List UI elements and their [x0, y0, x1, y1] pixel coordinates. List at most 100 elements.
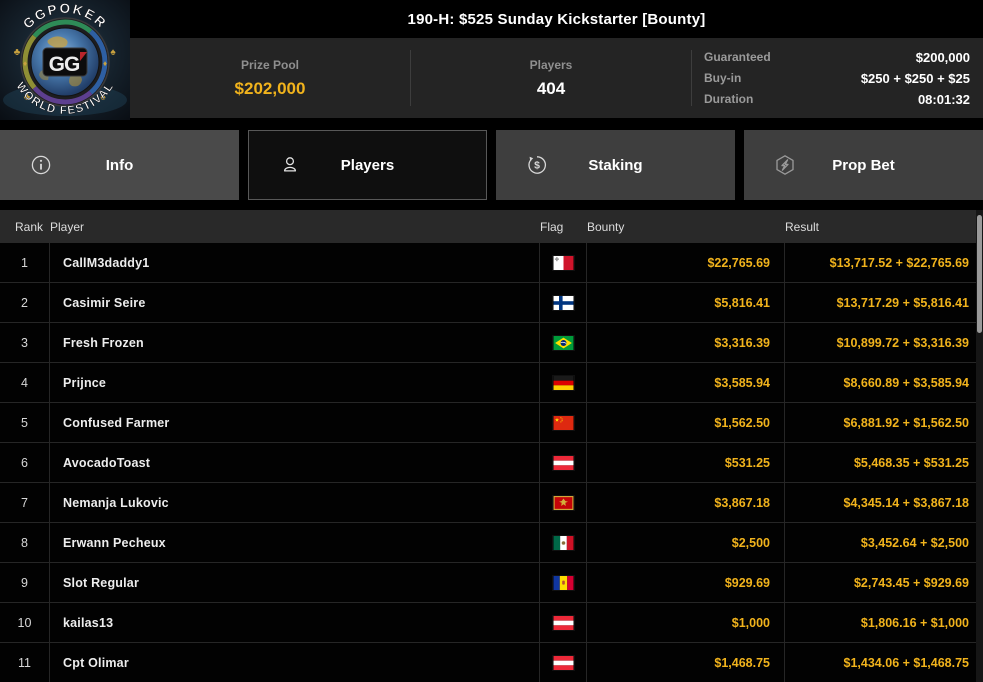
player-name: Cpt Olimar	[50, 643, 540, 682]
diamond-suit-icon: ♦	[23, 59, 27, 68]
result-value: $13,717.52 + $22,765.69	[829, 255, 969, 270]
player-name: Erwann Pecheux	[50, 523, 540, 562]
player-name: Nemanja Lukovic	[50, 483, 540, 522]
spade-suit-icon: ♠	[110, 47, 116, 58]
table-body: 1 CallM3daddy1 $22,765.69 $13,717.52 + $22…	[0, 243, 983, 682]
logo-gg-monogram: GG	[49, 53, 80, 76]
rank-cell: 9	[0, 563, 50, 602]
tab-staking-label: Staking	[588, 156, 643, 174]
club-suit-icon: ♣	[14, 47, 21, 58]
tournament-stats-panel: Prize Pool $202,000 Players 404 Guarante…	[130, 38, 983, 118]
tab-staking[interactable]: $ Staking	[496, 130, 735, 200]
rank-cell: 8	[0, 523, 50, 562]
prize-pool-value: $202,000	[234, 78, 306, 98]
scrollbar-thumb[interactable]	[977, 215, 982, 333]
player-name: Confused Farmer	[50, 403, 540, 442]
buyin-label: Buy-in	[704, 71, 742, 85]
rank-cell: 2	[0, 283, 50, 322]
table-row[interactable]: 11 Cpt Olimar $1,468.75 $1,434.06 + $1,468…	[0, 643, 983, 682]
table-row[interactable]: 1 CallM3daddy1 $22,765.69 $13,717.52 + $22…	[0, 243, 983, 283]
players-count-label: Players	[529, 57, 573, 72]
player-name: CallM3daddy1	[50, 243, 540, 282]
rank-cell: 3	[0, 323, 50, 362]
staking-icon: $	[525, 153, 549, 177]
tab-players-label: Players	[340, 156, 395, 174]
flag-mt-icon	[540, 243, 587, 282]
result-value: $13,717.29 + $5,816.41	[836, 295, 969, 310]
result-value: $2,743.45 + $929.69	[853, 575, 969, 590]
prize-pool-block: Prize Pool $202,000	[130, 38, 410, 118]
duration-row: Duration 08:01:32	[704, 89, 970, 110]
rank-cell: 5	[0, 403, 50, 442]
tournament-title-bar: 190-H: $525 Sunday Kickstarter [Bounty]	[130, 0, 983, 38]
table-row[interactable]: 10 kailas13 $1,000 $1,806.16 + $1,000	[0, 603, 983, 643]
svg-text:$: $	[534, 160, 540, 172]
bounty-value: $3,585.94	[587, 363, 785, 402]
bounty-value: $22,765.69	[587, 243, 785, 282]
result-value: $8,660.89 + $3,585.94	[843, 375, 969, 390]
tournament-details-block: Guaranteed $200,000 Buy-in $250 + $250 +…	[692, 38, 983, 118]
table-row[interactable]: 7 Nemanja Lukovic $3,867.18 $4,345.14 + $3…	[0, 483, 983, 523]
guaranteed-value: $200,000	[915, 49, 970, 65]
header-player: Player	[50, 219, 85, 234]
players-icon	[278, 153, 302, 177]
flag-ad-icon	[540, 563, 587, 602]
prize-pool-label: Prize Pool	[240, 57, 299, 72]
player-name: Casimir Seire	[50, 283, 540, 322]
result-value: $10,899.72 + $3,316.39	[836, 335, 969, 350]
flag-at-icon	[540, 603, 587, 642]
header-bounty: Bounty	[587, 219, 625, 234]
player-name: Slot Regular	[50, 563, 540, 602]
guaranteed-label: Guaranteed	[704, 50, 771, 64]
tab-prop-bet[interactable]: Prop Bet	[744, 130, 983, 200]
bounty-value: $531.25	[587, 443, 785, 482]
bounty-value: $5,816.41	[587, 283, 785, 322]
bounty-value: $929.69	[587, 563, 785, 602]
tab-players[interactable]: Players	[248, 130, 487, 200]
flag-br-icon	[540, 323, 587, 362]
players-table: Rank Player Flag Bounty Result 1 CallM3da…	[0, 210, 983, 682]
ggpoker-world-festival-logo: GG ♣ ♠ ♦ ♦ ♣ ♠ GGPOKER WORLD FESTIVAL	[0, 0, 130, 120]
scrollbar-track[interactable]	[976, 210, 983, 682]
rank-cell: 7	[0, 483, 50, 522]
result-value: $4,345.14 + $3,867.18	[843, 495, 969, 510]
flag-mx-icon	[540, 523, 587, 562]
result-value: $1,434.06 + $1,468.75	[843, 655, 969, 670]
rank-cell: 6	[0, 443, 50, 482]
tab-info-label: Info	[105, 156, 134, 174]
info-icon	[29, 153, 53, 177]
flag-at-icon	[540, 643, 587, 682]
bounty-value: $1,000	[587, 603, 785, 642]
result-value: $6,881.92 + $1,562.50	[843, 415, 969, 430]
buyin-value: $250 + $250 + $25	[860, 70, 970, 86]
tab-info[interactable]: Info	[0, 130, 239, 200]
rank-cell: 4	[0, 363, 50, 402]
player-name: AvocadoToast	[50, 443, 540, 482]
tournament-title: 190-H: $525 Sunday Kickstarter [Bounty]	[407, 10, 706, 28]
bounty-value: $2,500	[587, 523, 785, 562]
prop-bet-icon	[773, 153, 797, 177]
tab-prop-bet-label: Prop Bet	[832, 156, 895, 174]
table-row[interactable]: 8 Erwann Pecheux $2,500 $3,452.64 + $2,500	[0, 523, 983, 563]
table-row[interactable]: 6 AvocadoToast $531.25 $5,468.35 + $531.25	[0, 443, 983, 483]
bounty-value: $1,468.75	[587, 643, 785, 682]
tournament-lobby-window: GG ♣ ♠ ♦ ♦ ♣ ♠ GGPOKER WORLD FESTIVAL 19…	[0, 0, 983, 682]
header-flag: Flag	[540, 219, 564, 234]
rank-cell: 1	[0, 243, 50, 282]
header-result: Result	[785, 219, 820, 234]
diamond-suit-icon: ♦	[103, 59, 107, 68]
header-section: GG ♣ ♠ ♦ ♦ ♣ ♠ GGPOKER WORLD FESTIVAL 19…	[0, 0, 983, 120]
table-row[interactable]: 3 Fresh Frozen $3,316.39 $10,899.72 + $3,3…	[0, 323, 983, 363]
table-row[interactable]: 5 Confused Farmer $1,562.50 $6,881.92 + $1…	[0, 403, 983, 443]
buyin-row: Buy-in $250 + $250 + $25	[704, 68, 970, 89]
result-value: $3,452.64 + $2,500	[860, 535, 969, 550]
header-rank: Rank	[15, 219, 44, 234]
table-row[interactable]: 2 Casimir Seire $5,816.41 $13,717.29 + $5,…	[0, 283, 983, 323]
player-name: Prijnce	[50, 363, 540, 402]
table-row[interactable]: 9 Slot Regular $929.69 $2,743.45 + $929.69	[0, 563, 983, 603]
result-value: $1,806.16 + $1,000	[860, 615, 969, 630]
rank-cell: 10	[0, 603, 50, 642]
flag-at-icon	[540, 443, 587, 482]
table-row[interactable]: 4 Prijnce $3,585.94 $8,660.89 + $3,585.94	[0, 363, 983, 403]
flag-cn-icon	[540, 403, 587, 442]
